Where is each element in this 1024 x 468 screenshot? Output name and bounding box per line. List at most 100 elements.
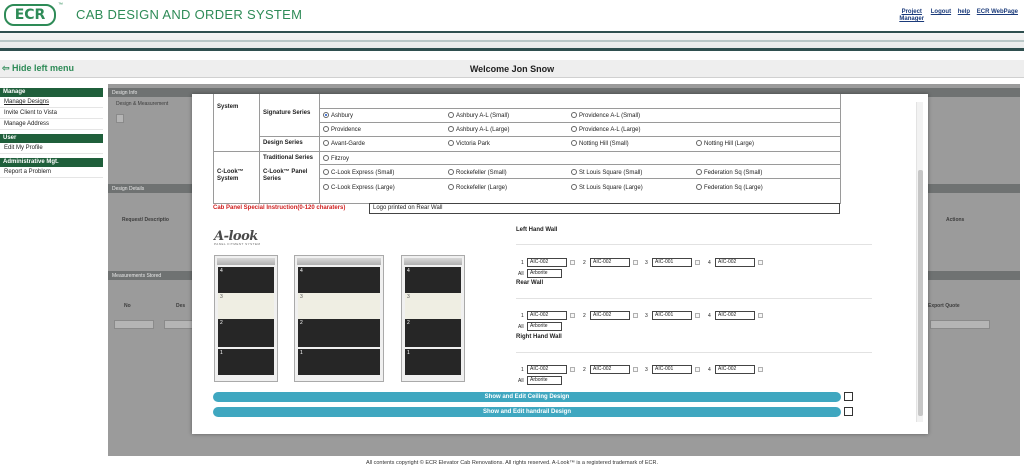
edit-icon[interactable] [695,367,700,372]
radio-clook-express-small[interactable]: C-Look Express (Small) [323,169,394,177]
radio-ashbury[interactable]: Ashbury [323,112,353,120]
radio-victoria-park[interactable]: Victoria Park [448,140,490,148]
project-manager-link[interactable]: Project Manager [899,9,924,23]
radio-button[interactable] [323,140,329,146]
radio-rockefeller-small[interactable]: Rockefeller (Small) [448,169,507,177]
panel-options-table: System Signature Series Design Series Tr… [213,94,841,204]
radio-ashbury-al-small[interactable]: Ashbury A-L (Small) [448,112,509,120]
radio-button[interactable] [571,126,577,132]
edit-icon[interactable] [633,260,638,265]
radio-st-louis-large[interactable]: St Louis Square (Large) [571,184,643,192]
hide-left-menu-link[interactable]: ⇦ Hide left menu [2,63,74,74]
radio-button[interactable] [323,155,329,161]
left-wall-all-field[interactable]: Arborite [527,269,562,278]
ceiling-checkbox[interactable] [844,392,853,401]
right-wall-field-4[interactable]: AIC-002 [715,365,755,374]
field-number: 1 [521,367,524,373]
edit-icon[interactable] [570,260,575,265]
edit-icon[interactable] [570,367,575,372]
sidebar-section-manage: Manage [0,88,103,97]
left-wall-field-1[interactable]: AIC-002 [527,258,567,267]
right-wall-all-field[interactable]: Arborite [527,376,562,385]
wall-preview-right: 4 3 2 1 [401,255,465,382]
sidebar-item-edit-profile[interactable]: Edit My Profile [0,143,103,154]
edit-icon[interactable] [570,313,575,318]
radio-button[interactable] [448,112,454,118]
rear-wall-all-field[interactable]: Arborite [527,322,562,331]
radio-providence-al-large[interactable]: Providence A-L (Large) [571,126,640,134]
radio-button[interactable] [448,126,454,132]
radio-button[interactable] [448,169,454,175]
logout-link[interactable]: Logout [931,9,951,15]
radio-button[interactable] [696,169,702,175]
sidebar-section-admin: Administrative Mgt. [0,158,103,167]
rear-wall-field-2[interactable]: AIC-002 [590,311,630,320]
ecr-webpage-link[interactable]: ECR WebPage [977,9,1018,15]
panel-segment-2: 2 [405,319,461,347]
radio-button[interactable] [571,169,577,175]
edit-icon[interactable] [633,367,638,372]
radio-button[interactable] [323,169,329,175]
radio-button[interactable] [571,184,577,190]
radio-avant-garde[interactable]: Avant-Garde [323,140,365,148]
top-links: Project Manager Logout help ECR WebPage [894,9,1018,23]
panel-top-cap [404,258,462,265]
radio-button[interactable] [696,184,702,190]
modal-scrollbar[interactable] [916,102,923,422]
field-number: 2 [583,367,586,373]
panel-segment-4: 4 [405,267,461,293]
edit-icon[interactable] [695,260,700,265]
right-hand-wall-title: Right Hand Wall [516,334,562,340]
show-edit-handrail-button[interactable]: Show and Edit handrail Design [213,407,841,417]
scrollbar-thumb[interactable] [918,170,923,416]
radio-providence[interactable]: Providence [323,126,361,134]
radio-st-louis-small[interactable]: St Louis Square (Small) [571,169,642,177]
edit-icon[interactable] [758,260,763,265]
radio-federation-large[interactable]: Federation Sq (Large) [696,184,763,192]
option-label: Notting Hill (Large) [704,141,755,147]
rear-wall-field-1[interactable]: AIC-002 [527,311,567,320]
ecr-logo[interactable]: ECR [4,4,56,26]
handrail-checkbox[interactable] [844,407,853,416]
radio-button[interactable] [323,126,329,132]
left-wall-field-4[interactable]: AIC-002 [715,258,755,267]
radio-button[interactable] [696,140,702,146]
radio-federation-small[interactable]: Federation Sq (Small) [696,169,762,177]
panel-segment-1: 1 [218,349,274,375]
left-wall-field-2[interactable]: AIC-002 [590,258,630,267]
rear-wall-field-4[interactable]: AIC-002 [715,311,755,320]
radio-notting-hill-large[interactable]: Notting Hill (Large) [696,140,754,148]
left-wall-field-3[interactable]: AIC-001 [652,258,692,267]
right-wall-field-1[interactable]: AIC-002 [527,365,567,374]
radio-button[interactable] [323,184,329,190]
radio-button[interactable] [571,112,577,118]
edit-icon[interactable] [758,367,763,372]
edit-icon[interactable] [758,313,763,318]
sidebar-item-report-problem[interactable]: Report a Problem [0,167,103,178]
option-label: Federation Sq (Large) [704,185,763,191]
radio-clook-express-large[interactable]: C-Look Express (Large) [323,184,395,192]
edit-icon[interactable] [633,313,638,318]
radio-fitzroy[interactable]: Fitzroy [323,155,349,163]
right-wall-field-3[interactable]: AIC-001 [652,365,692,374]
radio-providence-al-small[interactable]: Providence A-L (Small) [571,112,640,120]
radio-ashbury-al-large[interactable]: Ashbury A-L (Large) [448,126,509,134]
radio-button[interactable] [448,184,454,190]
radio-notting-hill-small[interactable]: Notting Hill (Small) [571,140,629,148]
sidebar-item-invite-client[interactable]: Invite Client to Vista [0,108,103,119]
sidebar-item-manage-address[interactable]: Manage Address [0,119,103,130]
rear-wall-field-3[interactable]: AIC-001 [652,311,692,320]
panel-segment-3: 3 [298,293,380,319]
sidebar-item-manage-designs[interactable]: Manage Designs [0,97,103,108]
help-link[interactable]: help [958,9,970,15]
show-edit-ceiling-button[interactable]: Show and Edit Ceiling Design [213,392,841,402]
radio-button[interactable] [448,140,454,146]
right-wall-field-2[interactable]: AIC-002 [590,365,630,374]
edit-icon[interactable] [695,313,700,318]
radio-button[interactable] [571,140,577,146]
bg-checkbox [116,114,124,123]
radio-button-selected[interactable] [323,112,329,118]
special-instruction-input[interactable]: Logo printed on Rear Wall [369,203,840,214]
panel-segment-3: 3 [218,293,274,319]
radio-rockefeller-large[interactable]: Rockefeller (Large) [448,184,507,192]
